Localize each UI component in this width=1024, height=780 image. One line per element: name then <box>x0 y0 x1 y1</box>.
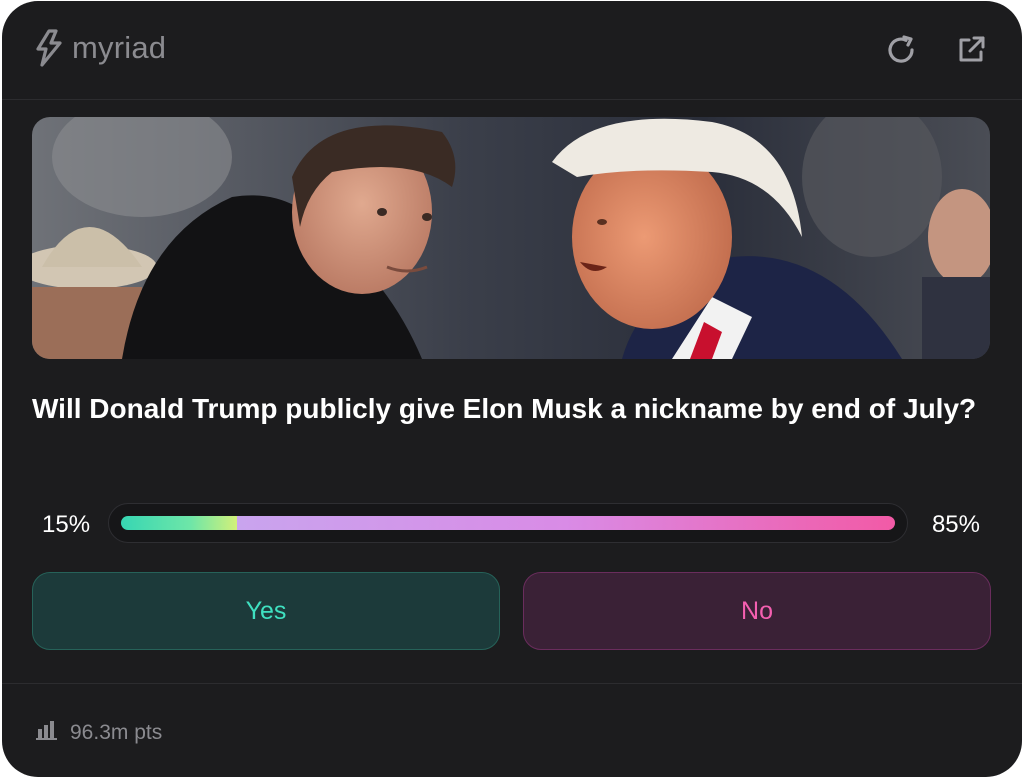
no-fill <box>237 516 895 530</box>
points-stat: 96.3m pts <box>36 720 162 745</box>
refresh-icon[interactable] <box>884 33 918 67</box>
no-button[interactable]: No <box>523 572 991 650</box>
brand-name: myriad <box>72 30 167 65</box>
market-image <box>32 117 990 359</box>
probability-bar <box>108 503 908 543</box>
header-actions <box>884 33 988 67</box>
bar-chart-icon <box>36 720 58 745</box>
card-header: myriad <box>2 1 1022 100</box>
no-percentage: 85% <box>931 511 980 538</box>
bolt-logo-icon <box>32 29 66 67</box>
market-card: myriad Will Donald Trump publicly give E… <box>2 1 1022 777</box>
market-question: Will Donald Trump publicly give Elon Mus… <box>32 393 977 424</box>
yes-fill <box>121 516 238 530</box>
points-value: 96.3m pts <box>70 720 163 744</box>
probability-fill <box>121 516 895 530</box>
yes-button[interactable]: Yes <box>32 572 500 650</box>
brand-logo[interactable]: myriad <box>32 29 166 67</box>
external-link-icon[interactable] <box>954 33 988 67</box>
card-footer: 96.3m pts <box>2 683 1022 777</box>
yes-percentage: 15% <box>42 511 91 538</box>
probability-bar-row: 15% 85% <box>32 503 990 545</box>
